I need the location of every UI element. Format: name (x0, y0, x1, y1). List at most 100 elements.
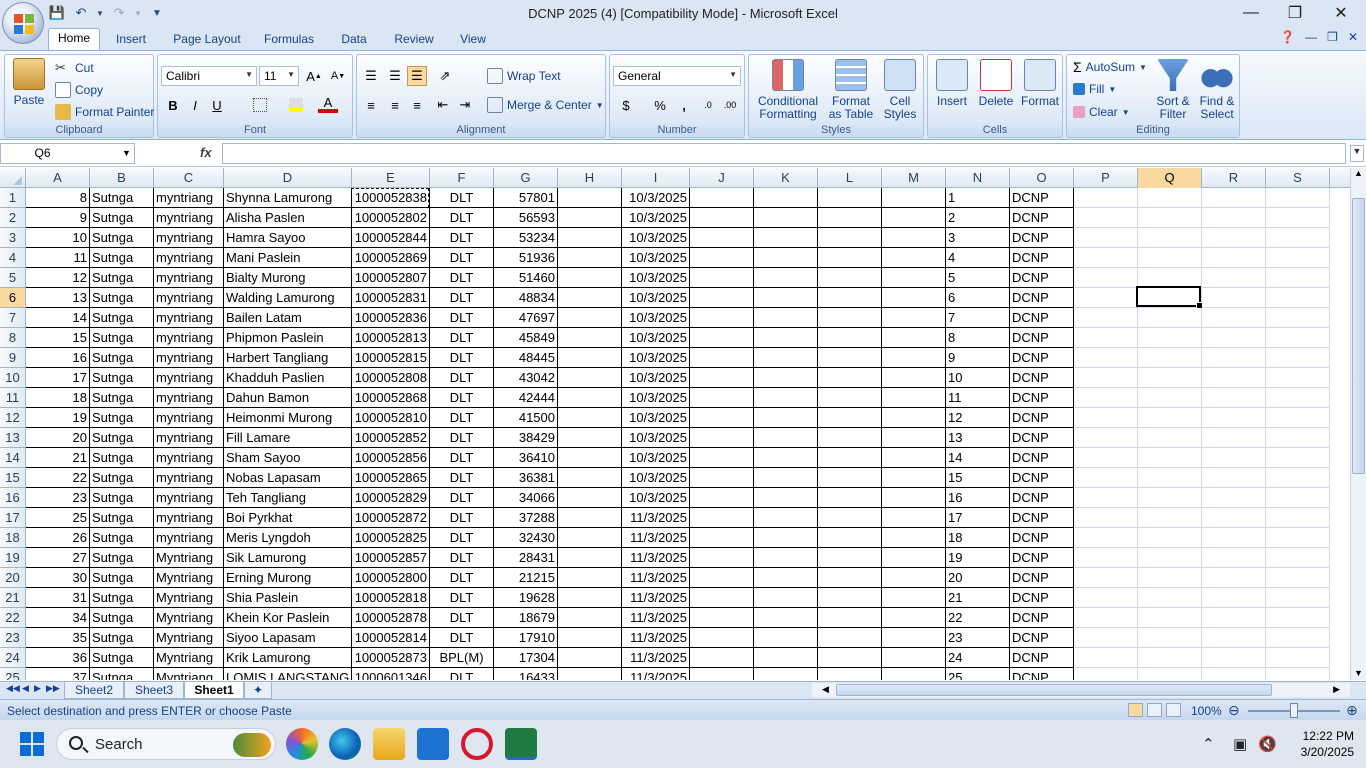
cell-g5[interactable]: 51460 (494, 268, 558, 288)
cell-p12[interactable] (1074, 408, 1138, 428)
cell-c19[interactable]: Myntriang (154, 548, 224, 568)
name-box-dropdown-icon[interactable]: ▼ (122, 148, 131, 158)
cell-l16[interactable] (818, 488, 882, 508)
cell-g7[interactable]: 47697 (494, 308, 558, 328)
cell-f7[interactable]: DLT (430, 308, 494, 328)
cell-b23[interactable]: Sutnga (90, 628, 154, 648)
cell-m19[interactable] (882, 548, 946, 568)
vertical-scrollbar[interactable]: ▲ ▼ (1350, 168, 1366, 680)
column-header-c[interactable]: C (154, 168, 224, 188)
cell-f9[interactable]: DLT (430, 348, 494, 368)
edge-icon[interactable] (329, 728, 361, 760)
cell-b24[interactable]: Sutnga (90, 648, 154, 668)
cell-f8[interactable]: DLT (430, 328, 494, 348)
cell-m3[interactable] (882, 228, 946, 248)
tab-formulas[interactable]: Formulas (258, 30, 320, 50)
cell-r10[interactable] (1202, 368, 1266, 388)
cell-k25[interactable] (754, 668, 818, 680)
cell-e7[interactable]: 1000052836 (352, 308, 430, 328)
cell-l3[interactable] (818, 228, 882, 248)
underline-button[interactable]: U (207, 95, 227, 115)
cell-o19[interactable]: DCNP (1010, 548, 1074, 568)
column-header-q[interactable]: Q (1138, 168, 1202, 188)
cell-h19[interactable] (558, 548, 622, 568)
cell-j18[interactable] (690, 528, 754, 548)
align-right-icon[interactable]: ≡ (407, 95, 427, 115)
cell-g3[interactable]: 53234 (494, 228, 558, 248)
autosum-button[interactable]: Σ AutoSum ▼ (1073, 59, 1147, 75)
expand-formula-bar-icon[interactable]: ▼ (1350, 145, 1364, 162)
cell-l23[interactable] (818, 628, 882, 648)
cell-j16[interactable] (690, 488, 754, 508)
cell-k15[interactable] (754, 468, 818, 488)
shrink-font-button[interactable]: A ▼ (328, 66, 348, 86)
page-layout-view-icon[interactable] (1147, 703, 1162, 717)
cell-f17[interactable]: DLT (430, 508, 494, 528)
cell-k7[interactable] (754, 308, 818, 328)
cell-k13[interactable] (754, 428, 818, 448)
cell-r23[interactable] (1202, 628, 1266, 648)
cell-i9[interactable]: 10/3/2025 (622, 348, 690, 368)
cell-b7[interactable]: Sutnga (90, 308, 154, 328)
cell-q20[interactable] (1138, 568, 1202, 588)
cell-g24[interactable]: 17304 (494, 648, 558, 668)
cell-f6[interactable]: DLT (430, 288, 494, 308)
increase-indent-icon[interactable]: ⇥ (455, 95, 475, 115)
cell-c8[interactable]: myntriang (154, 328, 224, 348)
cell-g19[interactable]: 28431 (494, 548, 558, 568)
cell-e9[interactable]: 1000052815 (352, 348, 430, 368)
cell-k10[interactable] (754, 368, 818, 388)
cell-f13[interactable]: DLT (430, 428, 494, 448)
cell-l10[interactable] (818, 368, 882, 388)
cell-f15[interactable]: DLT (430, 468, 494, 488)
cell-a19[interactable]: 27 (26, 548, 90, 568)
fill-color-button[interactable] (286, 95, 306, 115)
cell-i17[interactable]: 11/3/2025 (622, 508, 690, 528)
cell-n9[interactable]: 9 (946, 348, 1010, 368)
cell-k2[interactable] (754, 208, 818, 228)
cell-e2[interactable]: 1000052802 (352, 208, 430, 228)
row-header[interactable]: 10 (0, 368, 26, 388)
cell-g11[interactable]: 42444 (494, 388, 558, 408)
cell-a22[interactable]: 34 (26, 608, 90, 628)
cell-e21[interactable]: 1000052818 (352, 588, 430, 608)
cell-k18[interactable] (754, 528, 818, 548)
cell-e18[interactable]: 1000052825 (352, 528, 430, 548)
column-header-j[interactable]: J (690, 168, 754, 188)
cell-e23[interactable]: 1000052814 (352, 628, 430, 648)
cell-p13[interactable] (1074, 428, 1138, 448)
cell-i3[interactable]: 10/3/2025 (622, 228, 690, 248)
cell-i11[interactable]: 10/3/2025 (622, 388, 690, 408)
cell-k6[interactable] (754, 288, 818, 308)
cell-i7[interactable]: 10/3/2025 (622, 308, 690, 328)
cell-a5[interactable]: 12 (26, 268, 90, 288)
cell-k12[interactable] (754, 408, 818, 428)
cell-o15[interactable]: DCNP (1010, 468, 1074, 488)
cell-g9[interactable]: 48445 (494, 348, 558, 368)
horizontal-scrollbar[interactable]: ◀ ▶ (812, 683, 1350, 697)
row-header[interactable]: 12 (0, 408, 26, 428)
cell-q9[interactable] (1138, 348, 1202, 368)
row-header[interactable]: 15 (0, 468, 26, 488)
cell-p21[interactable] (1074, 588, 1138, 608)
cell-l17[interactable] (818, 508, 882, 528)
cell-h24[interactable] (558, 648, 622, 668)
cell-i20[interactable]: 11/3/2025 (622, 568, 690, 588)
cell-m20[interactable] (882, 568, 946, 588)
cell-c12[interactable]: myntriang (154, 408, 224, 428)
select-all-button[interactable] (0, 168, 26, 188)
column-header-i[interactable]: I (622, 168, 690, 188)
cell-p9[interactable] (1074, 348, 1138, 368)
network-icon[interactable]: ▣ (1233, 735, 1247, 753)
cell-p23[interactable] (1074, 628, 1138, 648)
cell-h25[interactable] (558, 668, 622, 680)
cell-d14[interactable]: Sham Sayoo (224, 448, 352, 468)
vertical-scroll-thumb[interactable] (1352, 198, 1365, 474)
cell-n11[interactable]: 11 (946, 388, 1010, 408)
next-sheet-icon[interactable]: ▶ (34, 683, 41, 694)
row-header[interactable]: 11 (0, 388, 26, 408)
cell-s4[interactable] (1266, 248, 1330, 268)
cell-k8[interactable] (754, 328, 818, 348)
cell-n18[interactable]: 18 (946, 528, 1010, 548)
cell-a20[interactable]: 30 (26, 568, 90, 588)
